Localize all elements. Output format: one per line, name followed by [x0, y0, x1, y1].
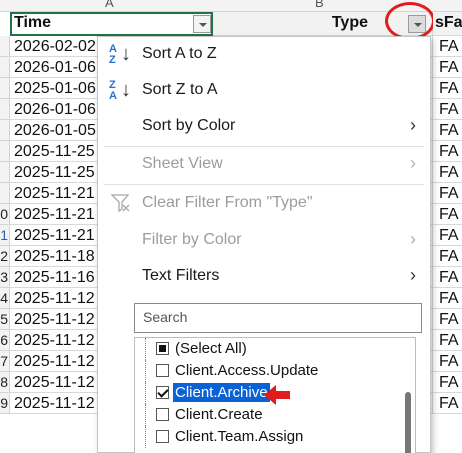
chevron-right-icon: ›	[410, 229, 416, 249]
row-number: 5	[0, 311, 8, 327]
annotation-circle	[385, 2, 435, 40]
sort-az-label: Sort A to Z	[142, 45, 217, 62]
row-header[interactable]: 6	[0, 330, 10, 351]
select-all-checkbox[interactable]	[156, 342, 169, 355]
third-col-cell[interactable]: FA	[433, 141, 462, 162]
row-header[interactable]	[0, 36, 10, 57]
third-col-cell[interactable]: FA	[433, 288, 462, 309]
tree-line	[145, 360, 146, 382]
row-header[interactable]: 1	[0, 225, 10, 246]
header-cell-time[interactable]: Time	[10, 12, 213, 36]
chevron-right-icon: ›	[410, 265, 416, 285]
row-number: 7	[0, 353, 8, 369]
row-header[interactable]	[0, 99, 10, 120]
row-number: 4	[0, 290, 8, 306]
value-checkbox[interactable]	[156, 408, 169, 421]
tree-line	[145, 426, 146, 448]
chevron-right-icon: ›	[410, 115, 416, 135]
third-col-cell[interactable]: FA	[433, 57, 462, 78]
tree-line	[145, 382, 146, 404]
third-col-cell[interactable]: FA	[433, 78, 462, 99]
third-col-cell[interactable]: FA	[433, 99, 462, 120]
value-checkbox[interactable]	[156, 386, 169, 399]
list-item-label: Client.Create	[175, 406, 263, 423]
row-number: 6	[0, 332, 8, 348]
row-header[interactable]: 0	[0, 204, 10, 225]
third-col-cell[interactable]: FA	[433, 225, 462, 246]
third-col-cell[interactable]: FA	[433, 183, 462, 204]
sort-descending-icon: Z A ↓	[109, 79, 131, 102]
row-header[interactable]	[0, 141, 10, 162]
menu-item-text-filters[interactable]: Text Filters ›	[98, 259, 430, 295]
row-header[interactable]	[0, 57, 10, 78]
filter-by-color-label: Filter by Color	[142, 231, 242, 248]
list-item-client-access-update[interactable]: Client.Access.Update	[135, 360, 397, 382]
header-third-label: sFa	[435, 14, 462, 31]
row-number: 2	[0, 248, 8, 264]
list-scrollbar[interactable]	[405, 392, 411, 453]
chevron-right-icon: ›	[410, 153, 416, 173]
funnel-clear-icon	[110, 194, 130, 213]
list-item-client-create[interactable]: Client.Create	[135, 404, 397, 426]
row-header[interactable]: 3	[0, 267, 10, 288]
third-col-cell[interactable]: FA	[433, 330, 462, 351]
value-checkbox[interactable]	[156, 430, 169, 443]
time-filter-dropdown-button[interactable]	[193, 15, 211, 33]
text-filters-label: Text Filters	[142, 267, 220, 284]
third-col-cell[interactable]: FA	[433, 309, 462, 330]
menu-item-sort-za[interactable]: Z A ↓ Sort Z to A	[98, 73, 430, 109]
row-number: 9	[0, 395, 8, 411]
list-item-select-all[interactable]: (Select All)	[135, 338, 397, 360]
list-item-label: (Select All)	[175, 340, 247, 357]
sort-za-label: Sort Z to A	[142, 81, 218, 98]
third-col-cell[interactable]: FA	[433, 372, 462, 393]
row-header[interactable]	[0, 183, 10, 204]
sheet-view-label: Sheet View	[142, 155, 223, 172]
clear-filter-label: Clear Filter From "Type"	[142, 194, 313, 211]
row-header[interactable]	[0, 120, 10, 141]
third-col-cell[interactable]: FA	[433, 162, 462, 183]
filter-search-input[interactable]: Search	[134, 303, 422, 333]
row-number: 0	[0, 206, 8, 222]
list-item-client-team-assign[interactable]: Client.Team.Assign	[135, 426, 397, 448]
third-col-cell[interactable]: FA	[433, 393, 462, 414]
row-header[interactable]: 7	[0, 351, 10, 372]
row-header[interactable]	[0, 78, 10, 99]
menu-item-sort-by-color[interactable]: Sort by Color ›	[98, 109, 430, 145]
value-checkbox[interactable]	[156, 364, 169, 377]
row-header[interactable]: 8	[0, 372, 10, 393]
row-number: 1	[0, 227, 8, 243]
row-number: 8	[0, 374, 8, 390]
row-header[interactable]: 5	[0, 309, 10, 330]
menu-item-sort-az[interactable]: A Z ↓ Sort A to Z	[98, 37, 430, 73]
column-letter-b[interactable]: B	[315, 0, 324, 10]
header-type-label: Type	[331, 14, 368, 31]
menu-item-filter-by-color[interactable]: Filter by Color ›	[98, 223, 430, 259]
row-header[interactable]: 2	[0, 246, 10, 267]
menu-separator	[104, 184, 424, 185]
sort-by-color-label: Sort by Color	[142, 117, 236, 134]
tree-line	[145, 404, 146, 426]
row-header[interactable]	[0, 162, 10, 183]
tree-line	[145, 338, 146, 360]
list-item-label: Client.Archive	[173, 383, 270, 402]
annotation-arrow-icon	[264, 385, 290, 405]
row-header[interactable]: 4	[0, 288, 10, 309]
third-col-cell[interactable]: FA	[433, 267, 462, 288]
header-cell-third[interactable]: sFa	[433, 12, 462, 36]
row-number: 3	[0, 269, 8, 285]
third-col-cell[interactable]: FA	[433, 36, 462, 57]
list-item-label: Client.Access.Update	[175, 362, 319, 379]
column-letter-a[interactable]: A	[105, 0, 114, 10]
row-header[interactable]: 9	[0, 393, 10, 414]
third-col-cell[interactable]: FA	[433, 120, 462, 141]
third-col-cell[interactable]: FA	[433, 204, 462, 225]
menu-item-clear-filter[interactable]: Clear Filter From "Type"	[98, 186, 430, 222]
menu-item-sheet-view[interactable]: Sheet View ›	[98, 147, 430, 183]
list-item-label: Client.Team.Assign	[175, 428, 304, 445]
header-time-label: Time	[14, 14, 52, 31]
third-col-cell[interactable]: FA	[433, 351, 462, 372]
third-col-cell[interactable]: FA	[433, 246, 462, 267]
sort-ascending-icon: A Z ↓	[109, 43, 131, 66]
